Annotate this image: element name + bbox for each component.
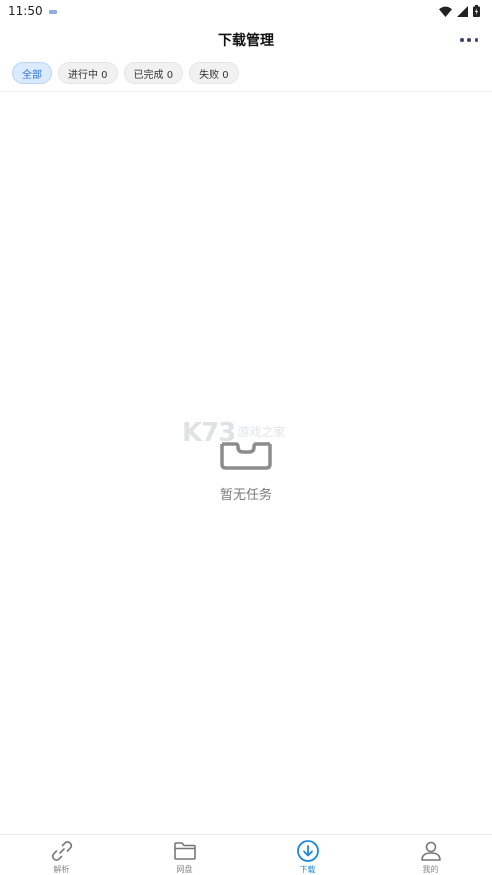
nav-label-parse: 解析 [53, 865, 70, 874]
app-bar: 下载管理 [0, 24, 492, 56]
notification-icon [48, 8, 57, 14]
nav-label-profile: 我的 [422, 865, 439, 874]
more-dot-icon [474, 38, 478, 42]
nav-item-cloud-drive[interactable]: 网盘 [123, 835, 246, 875]
bottom-nav: 解析 网盘 下载 我的 [0, 834, 492, 875]
filter-chip-completed[interactable]: 已完成 0 [123, 62, 184, 84]
empty-state-text: 暂无任务 [219, 488, 272, 503]
link-icon [51, 841, 72, 861]
folder-icon [173, 842, 196, 860]
header-divider [0, 91, 492, 92]
status-bar: 11:50 [0, 0, 492, 22]
filter-chip-failed[interactable]: 失败 0 [189, 62, 239, 84]
page-title: 下载管理 [218, 33, 274, 49]
inbox-icon [220, 442, 272, 470]
nav-item-parse[interactable]: 解析 [0, 835, 123, 875]
signal-icon [457, 5, 468, 17]
nav-label-download: 下载 [299, 865, 316, 874]
download-icon [296, 840, 319, 862]
filter-chip-all[interactable]: 全部 [12, 62, 52, 84]
empty-state: 暂无任务 [0, 430, 492, 503]
user-icon [420, 841, 441, 861]
battery-icon [473, 5, 480, 17]
more-dot-icon [467, 38, 471, 42]
more-options-button[interactable] [460, 32, 478, 48]
filter-tabs: 全部 进行中 0 已完成 0 失败 0 [12, 62, 239, 84]
more-dot-icon [460, 38, 464, 42]
nav-item-profile[interactable]: 我的 [369, 835, 492, 875]
wifi-icon [439, 6, 452, 17]
nav-item-download[interactable]: 下载 [246, 835, 369, 875]
filter-chip-in-progress[interactable]: 进行中 0 [58, 62, 118, 84]
status-time: 11:50 [8, 4, 43, 18]
nav-label-cloud-drive: 网盘 [176, 865, 193, 874]
